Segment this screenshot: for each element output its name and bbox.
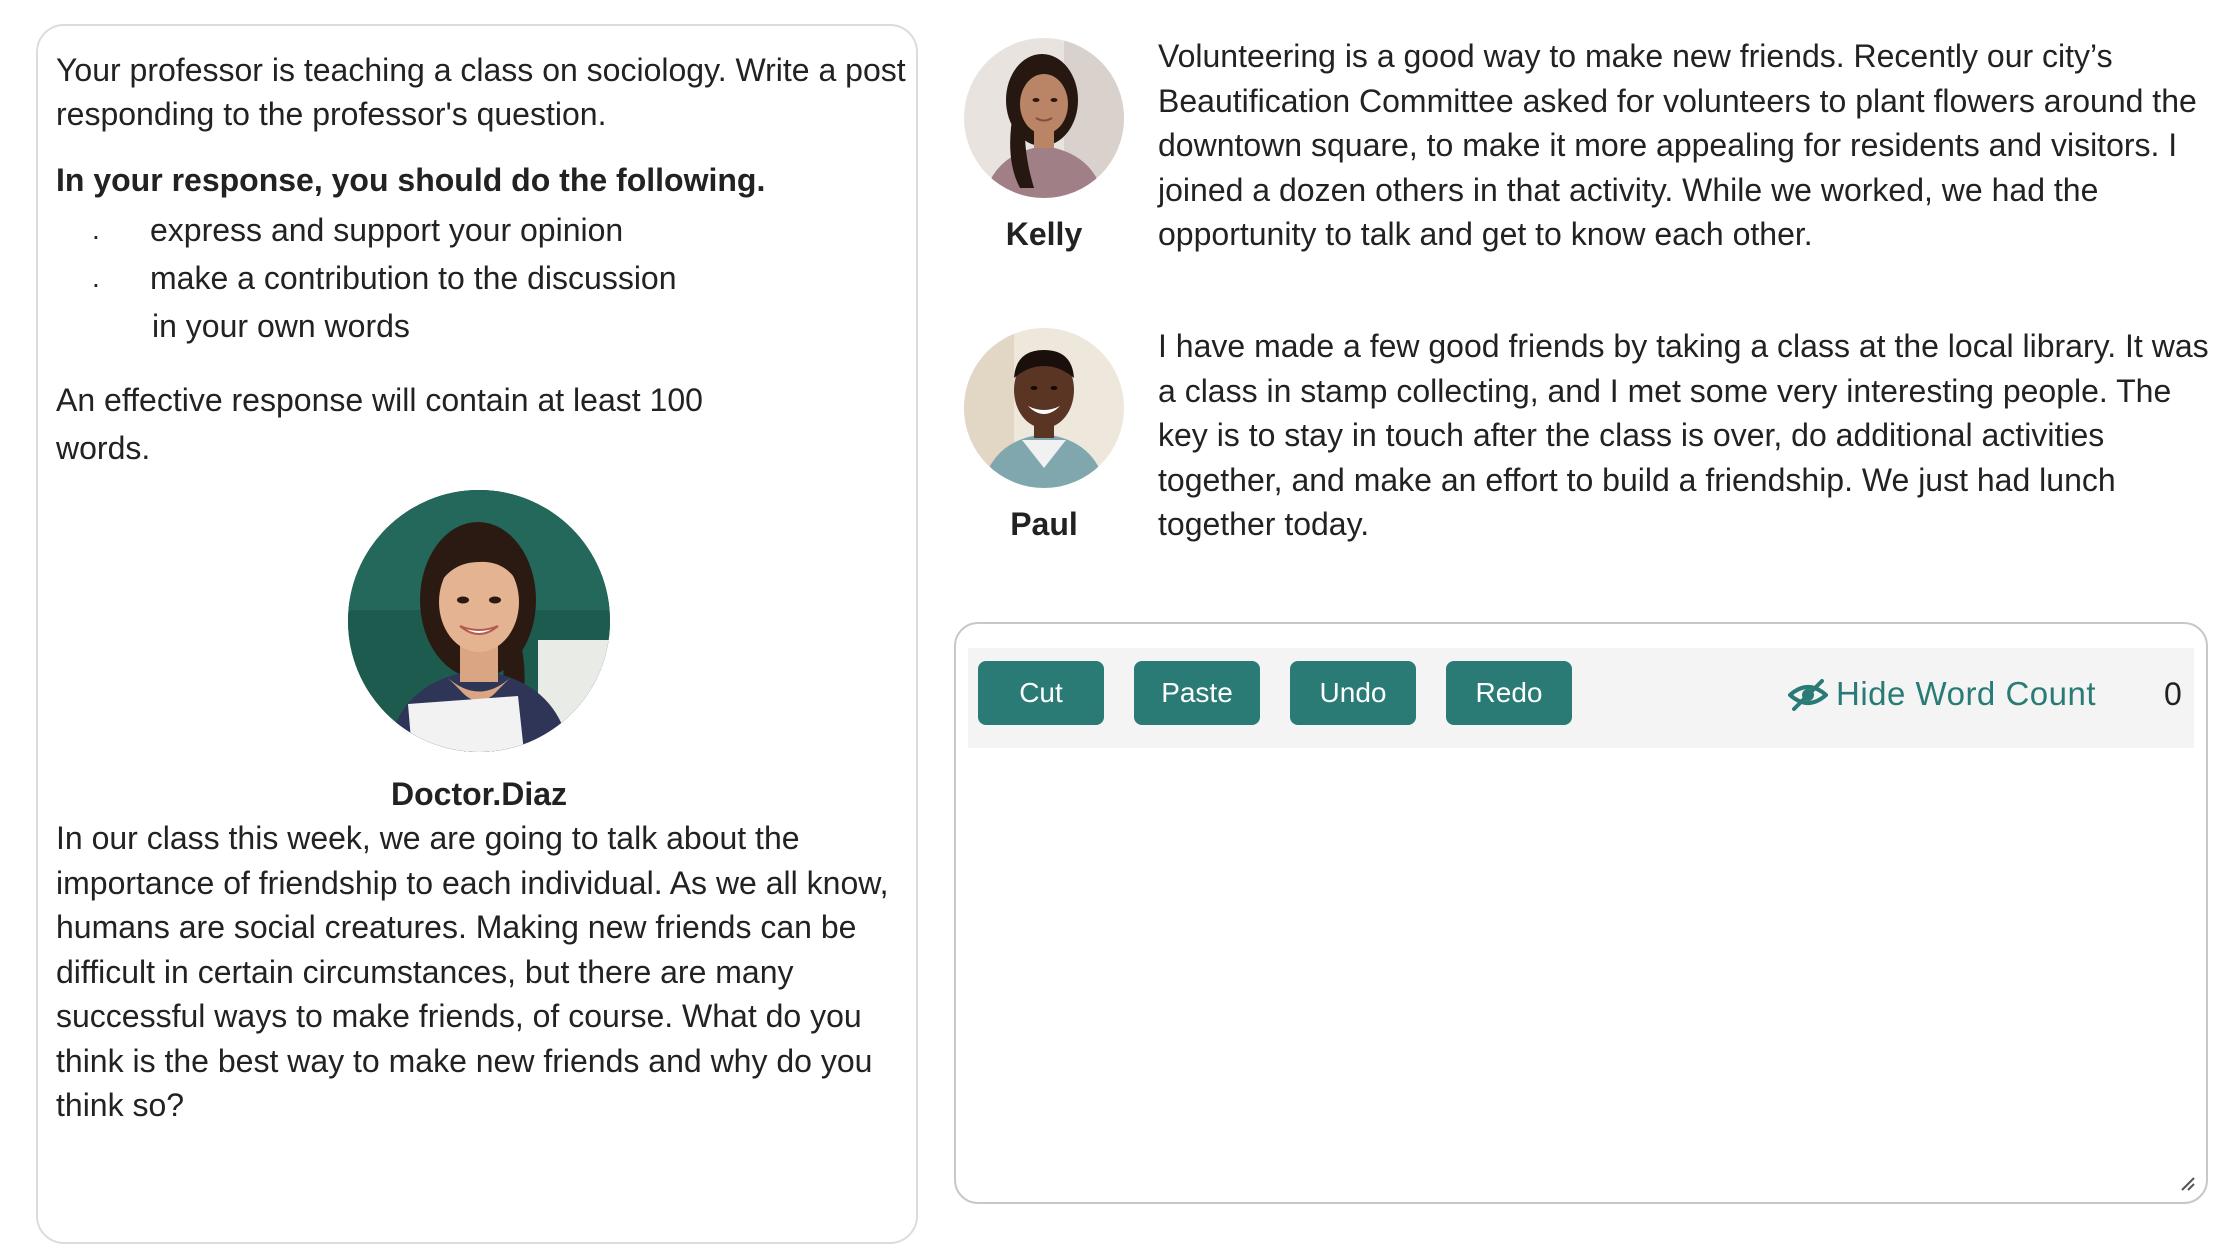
bullet-icon: . [92, 214, 100, 245]
professor-avatar-photo [348, 490, 610, 752]
paul-avatar [964, 328, 1124, 488]
student-post-kelly: Kelly Volunteering is a good way to make… [964, 34, 2224, 264]
kelly-post-text: Volunteering is a good way to make new f… [1158, 38, 2197, 252]
redo-button[interactable]: Redo [1446, 661, 1572, 725]
paul-name: Paul [1010, 506, 1078, 542]
instructions-heading: In your response, you should do the foll… [56, 162, 766, 198]
eye-slash-icon [1788, 679, 1828, 711]
paul-post-text: I have made a few good friends by taking… [1158, 328, 2209, 542]
length-note: An effective response will contain at le… [56, 382, 703, 466]
editor-toolbar: Cut Paste Undo Redo Hide Word Count 0 [968, 648, 2194, 748]
response-textarea[interactable] [968, 754, 2194, 1184]
prompt-intro: Your professor is teaching a class on so… [56, 52, 906, 132]
professor-question: In our class this week, we are going to … [56, 820, 889, 1123]
instruction-text: express and support your opinion [150, 212, 624, 248]
instruction-text: make a contribution to the discussion [150, 260, 677, 296]
hide-word-count-toggle[interactable]: Hide Word Count [1788, 670, 2096, 718]
paul-avatar-photo [964, 328, 1124, 488]
response-editor: Cut Paste Undo Redo Hide Word Count 0 [954, 622, 2208, 1204]
instruction-item: . express and support your opinion [56, 206, 898, 254]
bullet-icon: . [92, 262, 100, 293]
undo-button[interactable]: Undo [1290, 661, 1416, 725]
kelly-avatar-photo [964, 38, 1124, 198]
hide-word-count-label: Hide Word Count [1836, 675, 2097, 712]
paste-button[interactable]: Paste [1134, 661, 1260, 725]
word-count-value: 0 [2164, 676, 2182, 712]
instruction-continuation: in your own words [152, 308, 410, 344]
cut-button[interactable]: Cut [978, 661, 1104, 725]
professor-name: Doctor.Diaz [390, 776, 568, 812]
resize-handle-icon[interactable] [2178, 1174, 2196, 1192]
instructions-list: . express and support your opinion . mak… [56, 206, 898, 302]
prompt-panel: Your professor is teaching a class on so… [36, 24, 918, 1244]
professor-avatar [348, 490, 610, 752]
instruction-item: . make a contribution to the discussion [56, 254, 898, 302]
kelly-name: Kelly [1005, 216, 1083, 252]
kelly-avatar [964, 38, 1124, 198]
student-post-paul: Paul I have made a few good friends by t… [964, 324, 2224, 554]
